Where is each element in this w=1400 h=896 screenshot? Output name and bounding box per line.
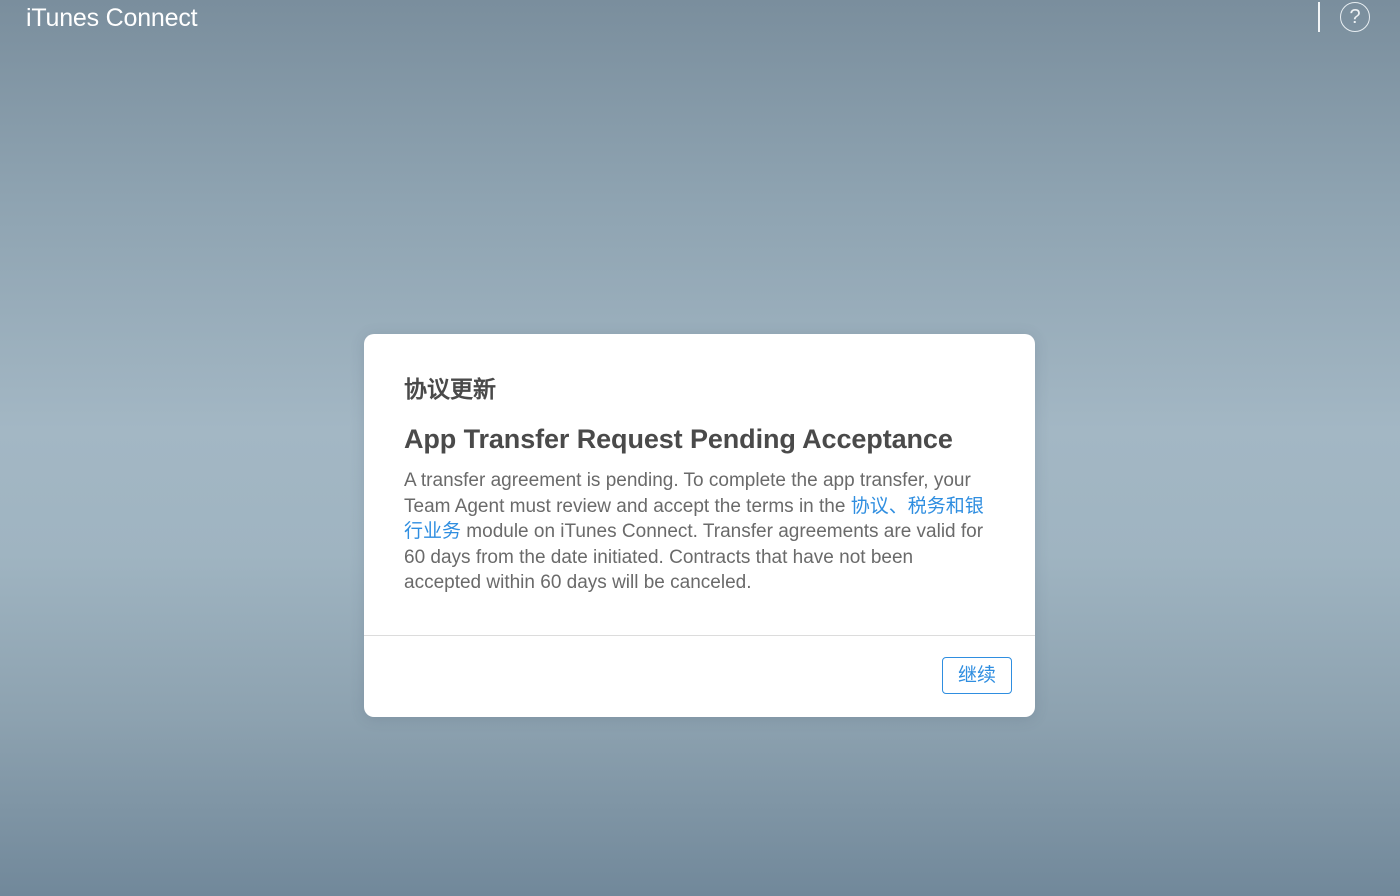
- dialog-body: 协议更新 App Transfer Request Pending Accept…: [364, 334, 1035, 597]
- continue-button[interactable]: 继续: [942, 657, 1012, 694]
- agreement-update-dialog: 协议更新 App Transfer Request Pending Accept…: [364, 334, 1035, 717]
- dialog-footer: 继续: [364, 635, 1035, 717]
- message-text-after-link: module on iTunes Connect. Transfer agree…: [404, 521, 984, 593]
- header-divider: [1318, 2, 1320, 32]
- dialog-message: A transfer agreement is pending. To comp…: [404, 468, 995, 596]
- dialog-title: App Transfer Request Pending Acceptance: [404, 424, 953, 454]
- help-icon[interactable]: ?: [1340, 2, 1370, 32]
- dialog-kicker: 协议更新: [404, 377, 496, 403]
- top-bar: iTunes Connect ?: [0, 0, 1400, 40]
- brand-title[interactable]: iTunes Connect: [26, 4, 198, 33]
